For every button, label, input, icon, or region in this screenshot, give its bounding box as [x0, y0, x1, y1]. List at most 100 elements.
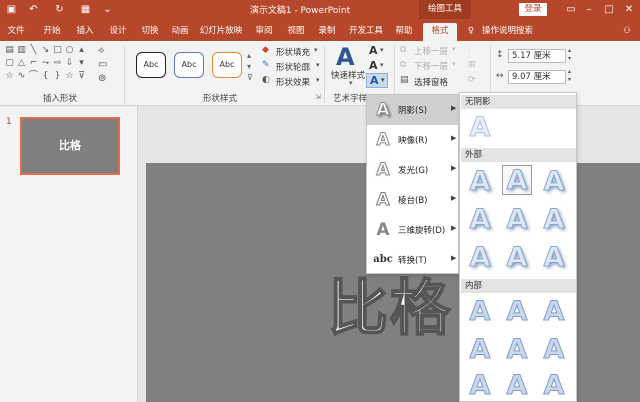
menu-item-reflection[interactable]: A 映像(R) ▶: [367, 125, 459, 155]
shadow-option-inner[interactable]: A: [502, 334, 532, 365]
shape-outline-button[interactable]: 形状轮廓: [276, 61, 310, 73]
shadow-option-outer[interactable]: A: [539, 204, 569, 235]
text-box-insert-icon[interactable]: ▭: [98, 59, 107, 70]
present-icon[interactable]: ▦: [78, 2, 93, 17]
freeform-icon[interactable]: ⌒: [28, 71, 39, 82]
tab-home[interactable]: 开始: [38, 23, 66, 41]
width-down-icon[interactable]: ▾: [568, 76, 571, 83]
shadow-option-outer[interactable]: A: [465, 204, 495, 235]
bring-forward-button[interactable]: 上移一层: [414, 45, 448, 57]
group-objects-icon[interactable]: ⊞: [468, 60, 476, 70]
shadow-option-inner[interactable]: A: [465, 334, 495, 365]
tab-slideshow[interactable]: 幻灯片放映: [198, 23, 244, 41]
menu-item-transform[interactable]: abc 转换(T) ▶: [367, 245, 459, 275]
shadow-option-outer[interactable]: A: [502, 242, 532, 273]
slide-thumbnail[interactable]: 比格: [20, 117, 120, 175]
save-icon[interactable]: ▣: [4, 2, 19, 17]
shape-style-orange[interactable]: Abc: [212, 52, 242, 78]
login-button[interactable]: 登录: [519, 3, 547, 16]
maximize-icon[interactable]: □: [600, 2, 618, 17]
menu-item-3d-rotation[interactable]: A 三维旋转(D) ▶: [367, 215, 459, 245]
right-arrow-icon[interactable]: ⇨: [52, 58, 63, 69]
left-brace-icon[interactable]: {: [40, 71, 51, 82]
shadow-option-outer[interactable]: A: [502, 204, 532, 235]
text-effects-button[interactable]: A ▾: [366, 73, 388, 88]
shadow-option-inner[interactable]: A: [539, 334, 569, 365]
shadow-option-outer[interactable]: A: [465, 166, 495, 197]
tab-format[interactable]: 格式: [423, 23, 457, 41]
text-fill-icon[interactable]: A: [369, 44, 378, 57]
menu-item-glow[interactable]: A 发光(G) ▶: [367, 155, 459, 185]
elbow-arrow-icon[interactable]: ⇁: [40, 58, 51, 69]
tab-file[interactable]: 文件: [4, 23, 28, 41]
dialog-launcher-icon[interactable]: ⇲: [315, 93, 321, 101]
oval-icon[interactable]: ○: [64, 45, 75, 56]
triangle-icon[interactable]: △: [16, 58, 27, 69]
ribbon-display-icon[interactable]: ▭: [562, 2, 580, 17]
gallery-more-icon[interactable]: ⊽: [76, 71, 87, 82]
styles-scroll-up-icon[interactable]: ▴: [247, 51, 251, 60]
text-outline-icon[interactable]: A: [369, 59, 378, 72]
width-up-icon[interactable]: ▴: [568, 68, 571, 75]
menu-item-bevel[interactable]: A 棱台(B) ▶: [367, 185, 459, 215]
wordart-quick-styles-icon[interactable]: A: [336, 44, 355, 70]
width-input[interactable]: 9.07 厘米: [508, 70, 566, 84]
undo-icon[interactable]: ↶: [26, 2, 41, 17]
shape-effects-button[interactable]: 形状效果: [276, 76, 310, 88]
tab-developer[interactable]: 开发工具: [346, 23, 386, 41]
shadow-option-inner[interactable]: A: [502, 296, 532, 327]
align-icon[interactable]: ⫶: [468, 45, 470, 55]
shape-fill-button[interactable]: 形状填充: [276, 46, 310, 58]
rounded-rectangle-icon[interactable]: ▢: [4, 58, 15, 69]
tab-view[interactable]: 视图: [282, 23, 310, 41]
close-icon[interactable]: ✕: [620, 2, 638, 17]
height-up-icon[interactable]: ▴: [568, 47, 571, 54]
height-input[interactable]: 5.17 厘米: [508, 49, 566, 63]
shapes-gallery[interactable]: ▤ ▥ ╲ ↘ □ ○ ▴ ▢ △ ⌐ ⇁ ⇨ ⇩ ▾ ☆ ∿ ⌒ { } ☆ …: [4, 45, 96, 89]
tab-review[interactable]: 审阅: [250, 23, 278, 41]
shadow-option-inner[interactable]: A: [539, 296, 569, 327]
line-icon[interactable]: ╲: [28, 45, 39, 56]
shape-style-black[interactable]: Abc: [136, 52, 166, 78]
send-backward-button[interactable]: 下移一层: [414, 60, 448, 72]
tab-record[interactable]: 录制: [313, 23, 341, 41]
tab-transitions[interactable]: 切换: [136, 23, 164, 41]
shadow-option-outer[interactable]: A: [502, 165, 532, 196]
redo-icon[interactable]: ↻: [52, 2, 67, 17]
customize-quick-access-icon[interactable]: ⌄: [100, 2, 115, 17]
edit-shape-icon[interactable]: ⟡: [98, 45, 105, 56]
height-down-icon[interactable]: ▾: [568, 55, 571, 62]
rotate-icon[interactable]: ⟳: [468, 75, 476, 85]
shadow-option-none[interactable]: A: [465, 112, 495, 143]
shadow-option-outer[interactable]: A: [539, 166, 569, 197]
shadow-option-inner[interactable]: A: [539, 370, 569, 401]
minimize-icon[interactable]: –: [580, 2, 598, 17]
menu-item-shadow[interactable]: A 阴影(S) ▶: [367, 95, 459, 125]
tab-animations[interactable]: 动画: [166, 23, 194, 41]
down-arrow-icon[interactable]: ⇩: [64, 58, 75, 69]
tell-me-search[interactable]: 操作说明搜索: [482, 23, 548, 41]
share-icon[interactable]: ⚇: [620, 23, 634, 41]
shadow-option-inner[interactable]: A: [465, 370, 495, 401]
arrow-line-icon[interactable]: ↘: [40, 45, 51, 56]
shadow-option-inner[interactable]: A: [502, 370, 532, 401]
rectangle-icon[interactable]: □: [52, 45, 63, 56]
styles-scroll-down-icon[interactable]: ▾: [247, 62, 251, 71]
merge-shapes-icon[interactable]: ⊚: [98, 73, 106, 84]
curve-icon[interactable]: ∿: [16, 71, 27, 82]
right-brace-icon[interactable]: }: [52, 71, 63, 82]
selection-pane-button[interactable]: 选择窗格: [414, 76, 448, 88]
tab-insert[interactable]: 插入: [71, 23, 99, 41]
gallery-down-icon[interactable]: ▾: [76, 58, 87, 69]
shadow-option-outer[interactable]: A: [465, 242, 495, 273]
quick-styles-button[interactable]: 快速样式: [331, 69, 365, 81]
shadow-option-inner[interactable]: A: [465, 296, 495, 327]
star-shape-icon[interactable]: ☆: [64, 71, 75, 82]
gallery-up-icon[interactable]: ▴: [76, 45, 87, 56]
text-box-vertical-icon[interactable]: ▥: [16, 45, 27, 56]
shadow-option-outer[interactable]: A: [539, 242, 569, 273]
right-angle-connector-icon[interactable]: ⌐: [28, 58, 39, 69]
styles-more-icon[interactable]: ⊽: [247, 73, 253, 82]
text-box-icon[interactable]: ▤: [4, 45, 15, 56]
shape-style-blue[interactable]: Abc: [174, 52, 204, 78]
